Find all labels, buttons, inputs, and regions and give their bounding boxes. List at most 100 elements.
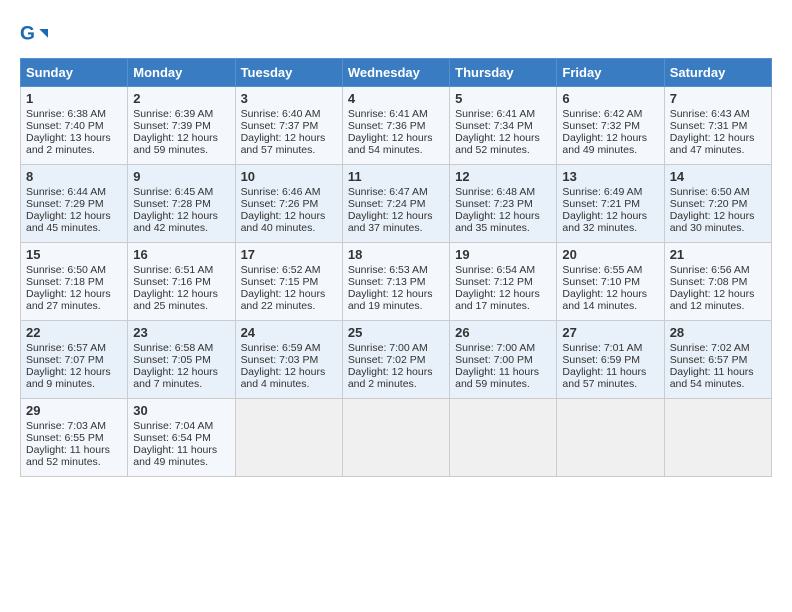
sunset: Sunset: 7:20 PM bbox=[670, 198, 748, 210]
sunset: Sunset: 7:21 PM bbox=[562, 198, 640, 210]
calendar-cell: 28 Sunrise: 7:02 AM Sunset: 6:57 PM Dayl… bbox=[664, 321, 771, 399]
calendar-cell: 14 Sunrise: 6:50 AM Sunset: 7:20 PM Dayl… bbox=[664, 165, 771, 243]
daylight: Daylight: 12 hours and 35 minutes. bbox=[455, 210, 540, 234]
sunset: Sunset: 6:59 PM bbox=[562, 354, 640, 366]
sunrise: Sunrise: 6:52 AM bbox=[241, 264, 321, 276]
sunrise: Sunrise: 6:54 AM bbox=[455, 264, 535, 276]
sunset: Sunset: 7:02 PM bbox=[348, 354, 426, 366]
calendar-cell: 4 Sunrise: 6:41 AM Sunset: 7:36 PM Dayli… bbox=[342, 87, 449, 165]
calendar-cell: 29 Sunrise: 7:03 AM Sunset: 6:55 PM Dayl… bbox=[21, 399, 128, 477]
sunset: Sunset: 7:29 PM bbox=[26, 198, 104, 210]
sunrise: Sunrise: 6:41 AM bbox=[348, 108, 428, 120]
day-number: 3 bbox=[241, 91, 337, 106]
calendar-cell: 22 Sunrise: 6:57 AM Sunset: 7:07 PM Dayl… bbox=[21, 321, 128, 399]
day-number: 4 bbox=[348, 91, 444, 106]
daylight: Daylight: 12 hours and 7 minutes. bbox=[133, 366, 218, 390]
daylight: Daylight: 13 hours and 2 minutes. bbox=[26, 132, 111, 156]
sunrise: Sunrise: 7:00 AM bbox=[455, 342, 535, 354]
calendar-cell: 9 Sunrise: 6:45 AM Sunset: 7:28 PM Dayli… bbox=[128, 165, 235, 243]
sunset: Sunset: 7:18 PM bbox=[26, 276, 104, 288]
day-number: 10 bbox=[241, 169, 337, 184]
sunrise: Sunrise: 7:04 AM bbox=[133, 420, 213, 432]
day-number: 17 bbox=[241, 247, 337, 262]
calendar-cell: 18 Sunrise: 6:53 AM Sunset: 7:13 PM Dayl… bbox=[342, 243, 449, 321]
daylight: Daylight: 11 hours and 59 minutes. bbox=[455, 366, 539, 390]
logo: G bbox=[20, 22, 50, 50]
day-number: 7 bbox=[670, 91, 766, 106]
sunrise: Sunrise: 6:41 AM bbox=[455, 108, 535, 120]
calendar-cell: 16 Sunrise: 6:51 AM Sunset: 7:16 PM Dayl… bbox=[128, 243, 235, 321]
calendar-cell bbox=[557, 399, 664, 477]
calendar-cell bbox=[450, 399, 557, 477]
daylight: Daylight: 11 hours and 57 minutes. bbox=[562, 366, 646, 390]
sunrise: Sunrise: 6:48 AM bbox=[455, 186, 535, 198]
day-number: 8 bbox=[26, 169, 122, 184]
day-number: 1 bbox=[26, 91, 122, 106]
sunset: Sunset: 7:12 PM bbox=[455, 276, 533, 288]
sunset: Sunset: 6:54 PM bbox=[133, 432, 211, 444]
day-number: 14 bbox=[670, 169, 766, 184]
sunrise: Sunrise: 6:40 AM bbox=[241, 108, 321, 120]
sunrise: Sunrise: 6:47 AM bbox=[348, 186, 428, 198]
calendar-cell: 23 Sunrise: 6:58 AM Sunset: 7:05 PM Dayl… bbox=[128, 321, 235, 399]
daylight: Daylight: 12 hours and 14 minutes. bbox=[562, 288, 647, 312]
daylight: Daylight: 12 hours and 22 minutes. bbox=[241, 288, 326, 312]
calendar-cell: 15 Sunrise: 6:50 AM Sunset: 7:18 PM Dayl… bbox=[21, 243, 128, 321]
sunset: Sunset: 7:16 PM bbox=[133, 276, 211, 288]
sunrise: Sunrise: 6:59 AM bbox=[241, 342, 321, 354]
calendar-cell: 3 Sunrise: 6:40 AM Sunset: 7:37 PM Dayli… bbox=[235, 87, 342, 165]
sunset: Sunset: 7:03 PM bbox=[241, 354, 319, 366]
calendar-cell: 30 Sunrise: 7:04 AM Sunset: 6:54 PM Dayl… bbox=[128, 399, 235, 477]
day-number: 20 bbox=[562, 247, 658, 262]
daylight: Daylight: 12 hours and 45 minutes. bbox=[26, 210, 111, 234]
sunrise: Sunrise: 6:39 AM bbox=[133, 108, 213, 120]
day-of-week-header: Sunday bbox=[21, 59, 128, 87]
calendar-cell: 8 Sunrise: 6:44 AM Sunset: 7:29 PM Dayli… bbox=[21, 165, 128, 243]
calendar-cell: 17 Sunrise: 6:52 AM Sunset: 7:15 PM Dayl… bbox=[235, 243, 342, 321]
daylight: Daylight: 12 hours and 52 minutes. bbox=[455, 132, 540, 156]
calendar-cell: 7 Sunrise: 6:43 AM Sunset: 7:31 PM Dayli… bbox=[664, 87, 771, 165]
daylight: Daylight: 12 hours and 9 minutes. bbox=[26, 366, 111, 390]
calendar-cell: 11 Sunrise: 6:47 AM Sunset: 7:24 PM Dayl… bbox=[342, 165, 449, 243]
daylight: Daylight: 12 hours and 25 minutes. bbox=[133, 288, 218, 312]
sunrise: Sunrise: 6:46 AM bbox=[241, 186, 321, 198]
svg-text:G: G bbox=[20, 24, 35, 45]
sunrise: Sunrise: 6:51 AM bbox=[133, 264, 213, 276]
daylight: Daylight: 11 hours and 49 minutes. bbox=[133, 444, 217, 468]
sunrise: Sunrise: 6:38 AM bbox=[26, 108, 106, 120]
sunset: Sunset: 7:24 PM bbox=[348, 198, 426, 210]
day-number: 5 bbox=[455, 91, 551, 106]
sunrise: Sunrise: 7:01 AM bbox=[562, 342, 642, 354]
sunset: Sunset: 7:37 PM bbox=[241, 120, 319, 132]
daylight: Daylight: 12 hours and 32 minutes. bbox=[562, 210, 647, 234]
day-of-week-header: Saturday bbox=[664, 59, 771, 87]
sunrise: Sunrise: 6:57 AM bbox=[26, 342, 106, 354]
daylight: Daylight: 11 hours and 54 minutes. bbox=[670, 366, 754, 390]
sunrise: Sunrise: 6:44 AM bbox=[26, 186, 106, 198]
sunrise: Sunrise: 6:50 AM bbox=[26, 264, 106, 276]
sunrise: Sunrise: 6:43 AM bbox=[670, 108, 750, 120]
day-of-week-header: Friday bbox=[557, 59, 664, 87]
sunrise: Sunrise: 6:55 AM bbox=[562, 264, 642, 276]
sunset: Sunset: 7:23 PM bbox=[455, 198, 533, 210]
daylight: Daylight: 12 hours and 12 minutes. bbox=[670, 288, 755, 312]
calendar-cell: 21 Sunrise: 6:56 AM Sunset: 7:08 PM Dayl… bbox=[664, 243, 771, 321]
daylight: Daylight: 12 hours and 42 minutes. bbox=[133, 210, 218, 234]
sunset: Sunset: 7:36 PM bbox=[348, 120, 426, 132]
calendar-cell bbox=[664, 399, 771, 477]
calendar-cell: 19 Sunrise: 6:54 AM Sunset: 7:12 PM Dayl… bbox=[450, 243, 557, 321]
calendar-cell: 26 Sunrise: 7:00 AM Sunset: 7:00 PM Dayl… bbox=[450, 321, 557, 399]
day-of-week-header: Tuesday bbox=[235, 59, 342, 87]
day-number: 12 bbox=[455, 169, 551, 184]
sunrise: Sunrise: 7:00 AM bbox=[348, 342, 428, 354]
sunset: Sunset: 6:55 PM bbox=[26, 432, 104, 444]
calendar-cell: 1 Sunrise: 6:38 AM Sunset: 7:40 PM Dayli… bbox=[21, 87, 128, 165]
day-number: 11 bbox=[348, 169, 444, 184]
sunset: Sunset: 7:34 PM bbox=[455, 120, 533, 132]
daylight: Daylight: 12 hours and 30 minutes. bbox=[670, 210, 755, 234]
day-number: 6 bbox=[562, 91, 658, 106]
day-number: 15 bbox=[26, 247, 122, 262]
calendar-cell: 10 Sunrise: 6:46 AM Sunset: 7:26 PM Dayl… bbox=[235, 165, 342, 243]
daylight: Daylight: 12 hours and 37 minutes. bbox=[348, 210, 433, 234]
sunrise: Sunrise: 6:45 AM bbox=[133, 186, 213, 198]
